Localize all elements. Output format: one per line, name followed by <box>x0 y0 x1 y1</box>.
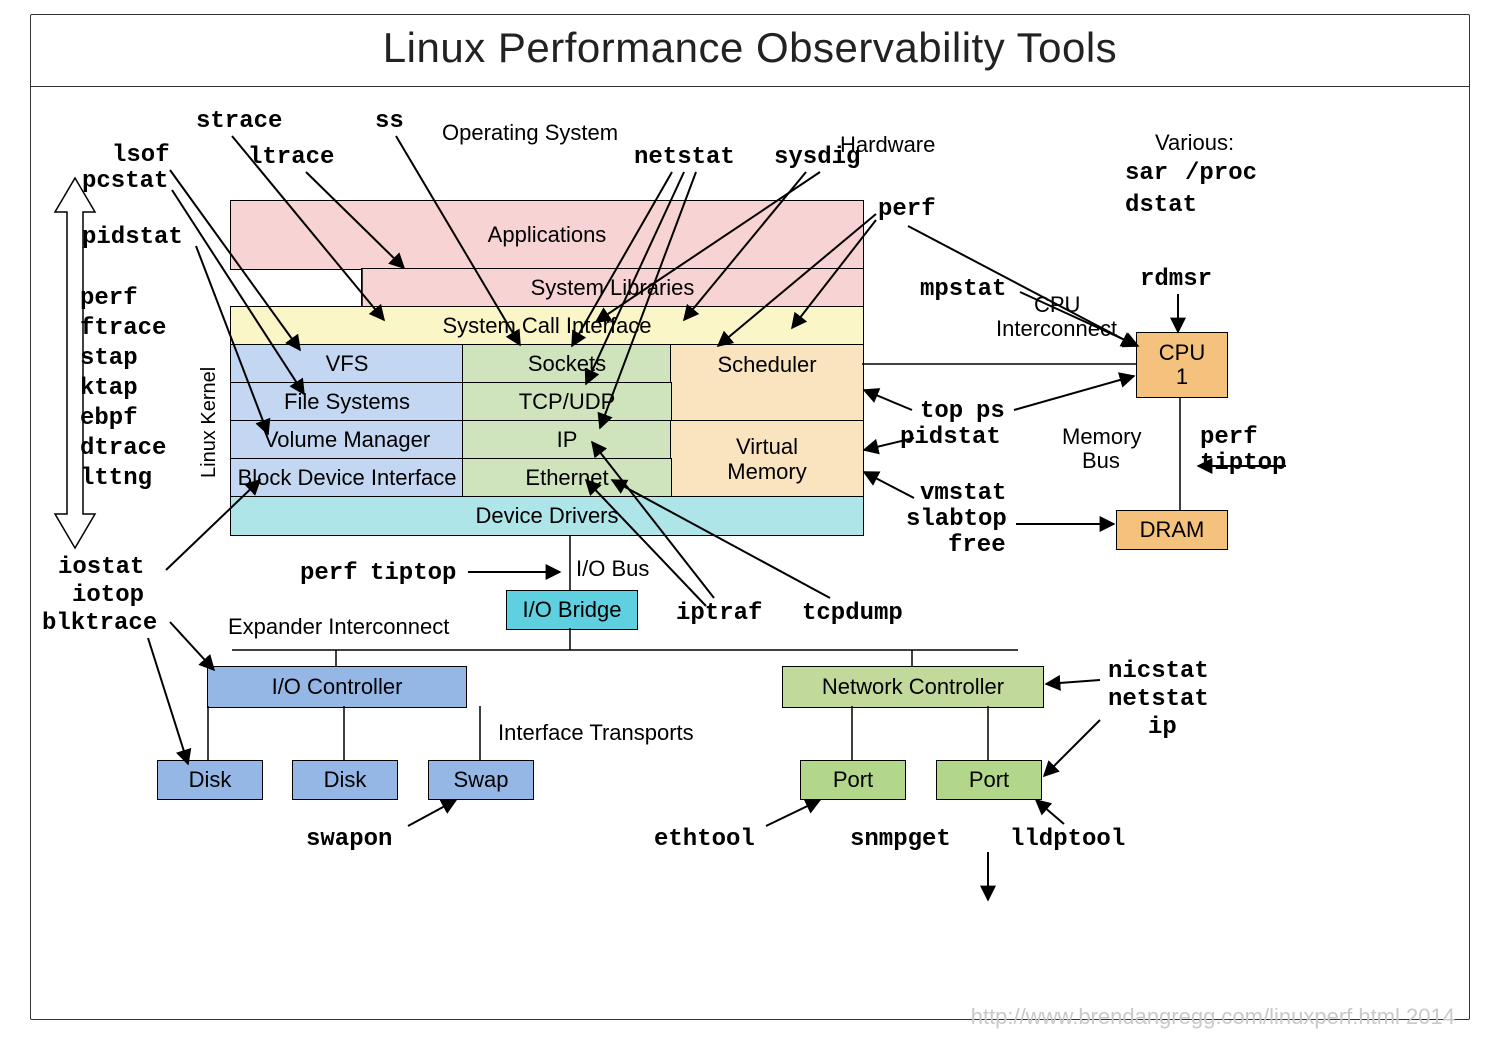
block-ip: IP <box>462 420 672 460</box>
tool-tiptop: tiptop <box>1200 450 1286 477</box>
tool-kernel-tracers: perf ftrace stap ktap ebpf dtrace lttng <box>80 284 166 494</box>
tool-ps: ps <box>976 398 1005 425</box>
tool-pcstat: pcstat <box>82 168 168 195</box>
text-cpu1n: 1 <box>1176 365 1188 389</box>
tool-lsof: lsof <box>112 142 170 169</box>
tool-ip2: ip <box>1148 714 1177 741</box>
tool-ltrace: ltrace <box>248 144 334 171</box>
page-title: Linux Performance Observability Tools <box>0 24 1500 72</box>
tool-iptraf: iptraf <box>676 600 762 627</box>
text-fs: File Systems <box>284 389 410 415</box>
block-blockdev: Block Device Interface <box>230 458 464 498</box>
label-os: Operating System <box>442 120 618 146</box>
text-disk2: Disk <box>324 767 367 793</box>
text-virtmem: Virtual Memory <box>727 434 806 485</box>
block-iobridge: I/O Bridge <box>506 590 638 630</box>
block-syscall: System Call Interface <box>230 306 864 346</box>
block-dram: DRAM <box>1116 510 1228 550</box>
text-blockdev: Block Device Interface <box>238 465 457 491</box>
tool-rdmsr: rdmsr <box>1140 266 1212 293</box>
tool-blktrace: blktrace <box>42 610 157 637</box>
tool-mpstat: mpstat <box>920 276 1006 303</box>
label-iobus: I/O Bus <box>576 556 649 582</box>
block-tcpudp: TCP/UDP <box>462 382 672 422</box>
text-dram: DRAM <box>1140 517 1205 543</box>
text-port2: Port <box>969 767 1009 793</box>
block-disk2: Disk <box>292 760 398 800</box>
tool-perf2: perf <box>1200 424 1258 451</box>
label-expander: Expander Interconnect <box>228 614 449 640</box>
title-rule <box>30 86 1470 87</box>
block-sockets: Sockets <box>462 344 672 384</box>
label-cpu-ic2: Interconnect <box>996 316 1117 342</box>
text-sockets: Sockets <box>528 351 606 377</box>
text-port1: Port <box>833 767 873 793</box>
text-scheduler: Scheduler <box>717 352 816 378</box>
block-vfs: VFS <box>230 344 464 384</box>
tool-iotop: iotop <box>72 582 144 609</box>
tool-iostat: iostat <box>58 554 144 581</box>
tool-netstat: netstat <box>634 144 735 171</box>
text-drivers: Device Drivers <box>475 503 618 529</box>
tool-tiptop2: tiptop <box>370 560 456 587</box>
label-membus2: Bus <box>1082 448 1120 474</box>
text-applications: Applications <box>488 222 607 248</box>
tool-ss: ss <box>375 108 404 135</box>
block-cpu: CPU 1 <box>1136 332 1228 398</box>
block-swap: Swap <box>428 760 534 800</box>
block-ethernet: Ethernet <box>462 458 672 498</box>
tool-perf: perf <box>878 196 936 223</box>
text-netcontroller: Network Controller <box>822 674 1004 700</box>
text-tcpudp: TCP/UDP <box>519 389 616 415</box>
block-disk1: Disk <box>157 760 263 800</box>
tool-free: free <box>948 532 1006 559</box>
block-port2: Port <box>936 760 1042 800</box>
tool-snmpget: snmpget <box>850 826 951 853</box>
block-drivers: Device Drivers <box>230 496 864 536</box>
tool-pidstat2: pidstat <box>900 424 1001 451</box>
label-various: Various: <box>1155 130 1234 156</box>
tool-swapon: swapon <box>306 826 392 853</box>
block-applications: Applications <box>230 200 864 270</box>
tool-sysdig: sysdig <box>774 144 860 171</box>
text-iobridge: I/O Bridge <box>522 597 621 623</box>
tool-perf3: perf <box>300 560 358 587</box>
text-syscall: System Call Interface <box>442 313 651 339</box>
tool-tcpdump: tcpdump <box>802 600 903 627</box>
block-syslib: System Libraries <box>361 268 864 308</box>
text-syslib: System Libraries <box>531 275 695 301</box>
tool-nicstat: nicstat <box>1108 658 1209 685</box>
tool-strace: strace <box>196 108 282 135</box>
tool-pidstat: pidstat <box>82 224 183 251</box>
label-kernel: Linux Kernel <box>198 367 221 478</box>
block-scheduler: Scheduler <box>670 344 864 422</box>
tool-dstat: dstat <box>1125 192 1197 219</box>
tool-proc: /proc <box>1185 160 1257 187</box>
block-port1: Port <box>800 760 906 800</box>
tool-slabtop: slabtop <box>906 506 1007 533</box>
tool-netstat2: netstat <box>1108 686 1209 713</box>
text-ip: IP <box>557 427 578 453</box>
tool-vmstat: vmstat <box>920 480 1006 507</box>
block-volmgr: Volume Manager <box>230 420 464 460</box>
block-iocontroller: I/O Controller <box>207 666 467 708</box>
label-iftrans: Interface Transports <box>498 720 694 746</box>
text-vfs: VFS <box>326 351 369 377</box>
text-iocontroller: I/O Controller <box>272 674 403 700</box>
tool-top: top <box>920 398 963 425</box>
label-cpu-ic1: CPU <box>1034 292 1080 318</box>
tool-lldptool: lldptool <box>1010 826 1125 853</box>
footer-credit: http://www.brendangregg.com/linuxperf.ht… <box>971 1004 1455 1030</box>
label-membus1: Memory <box>1062 424 1141 450</box>
block-netcontroller: Network Controller <box>782 666 1044 708</box>
text-disk1: Disk <box>189 767 232 793</box>
block-virtmem: Virtual Memory <box>670 420 864 498</box>
tool-ethtool: ethtool <box>654 826 755 853</box>
text-swap: Swap <box>453 767 508 793</box>
text-cpu1: CPU <box>1159 341 1205 365</box>
block-fs: File Systems <box>230 382 464 422</box>
tool-sar: sar <box>1125 160 1168 187</box>
text-volmgr: Volume Manager <box>264 427 430 453</box>
text-ethernet: Ethernet <box>525 465 608 491</box>
